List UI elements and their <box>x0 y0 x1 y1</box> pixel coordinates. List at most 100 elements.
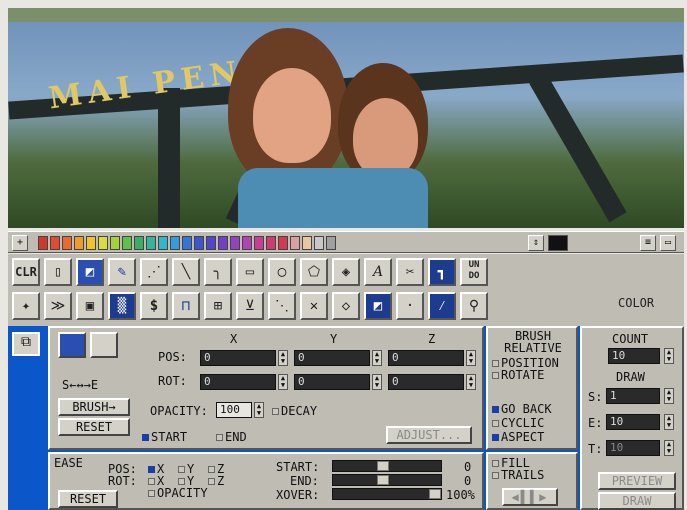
magnify-icon[interactable]: ⚲ <box>460 292 488 320</box>
draw-button[interactable]: DRAW <box>598 492 676 510</box>
rot-x-spinner[interactable]: ▲ ▼ <box>278 374 288 390</box>
ease-xover-slider[interactable] <box>332 488 442 500</box>
palette-swatch[interactable] <box>218 236 228 250</box>
pos-z-field[interactable]: 0 <box>388 350 464 366</box>
pos-z-spinner[interactable]: ▲ ▼ <box>466 350 476 366</box>
palette-swatch[interactable] <box>170 236 180 250</box>
panel-window-icon[interactable]: ⧉ <box>12 332 40 356</box>
mirror-icon[interactable]: ⊻ <box>236 292 264 320</box>
s-field[interactable]: 1 <box>606 388 660 404</box>
opacity-spinner[interactable]: ▲ ▼ <box>254 402 264 418</box>
stencil-icon[interactable]: ▣ <box>76 292 104 320</box>
palette-swatch[interactable] <box>86 236 96 250</box>
brush-button[interactable]: BRUSH→ <box>58 398 130 416</box>
ease-start-slider[interactable] <box>332 460 442 472</box>
trails-checkbox[interactable]: TRAILS <box>501 468 544 482</box>
decay-checkbox[interactable]: DECAY <box>281 404 317 418</box>
grid-icon[interactable]: ⊞ <box>204 292 232 320</box>
color-swatches[interactable] <box>38 236 336 250</box>
ellipse-icon[interactable]: ◯ <box>268 258 296 286</box>
fill-icon[interactable]: ◈ <box>332 258 360 286</box>
count-field[interactable]: 10 <box>608 348 660 364</box>
preview-button[interactable]: PREVIEW <box>598 472 676 490</box>
lock-icon[interactable]: ⊓ <box>172 292 200 320</box>
palette-swatch[interactable] <box>242 236 252 250</box>
palette-scroll-icon[interactable]: ⇕ <box>528 235 544 251</box>
palette-swatch[interactable] <box>278 236 288 250</box>
ease-opacity-checkbox[interactable]: OPACITY <box>157 486 208 500</box>
playback-controls[interactable]: ◀▌▌▶ <box>502 488 558 506</box>
current-color-swatch[interactable] <box>548 235 568 251</box>
adjust-button[interactable]: ADJUST... <box>386 426 472 444</box>
pos-y-field[interactable]: 0 <box>294 350 370 366</box>
palette-swatch[interactable] <box>302 236 312 250</box>
freehand-icon[interactable]: ✎ <box>108 258 136 286</box>
ease-reset-button[interactable]: RESET <box>58 490 118 508</box>
start-checkbox[interactable]: START <box>151 430 187 444</box>
palette-swatch[interactable] <box>326 236 336 250</box>
s-spinner[interactable]: ▲ ▼ <box>664 388 674 404</box>
airbrush-icon[interactable]: ⋰ <box>140 258 168 286</box>
count-spinner[interactable]: ▲ ▼ <box>664 348 674 364</box>
undo-button[interactable]: UN DO <box>460 258 488 286</box>
ease-rot-z-checkbox[interactable]: Z <box>217 474 224 488</box>
menu-icon[interactable]: ≡ <box>640 235 656 251</box>
cross-icon[interactable]: ✕ <box>300 292 328 320</box>
palette-swatch[interactable] <box>146 236 156 250</box>
canvas-image[interactable]: MAI PEN <box>8 8 684 228</box>
rectangle-icon[interactable]: ▭ <box>236 258 264 286</box>
line-icon[interactable]: ╲ <box>172 258 200 286</box>
palette-swatch[interactable] <box>158 236 168 250</box>
cyclic-checkbox[interactable]: CYCLIC <box>501 416 544 430</box>
rotate-checkbox[interactable]: ROTATE <box>501 368 544 382</box>
palette-swatch[interactable] <box>314 236 324 250</box>
grab-icon[interactable]: ┓ <box>428 258 456 286</box>
opacity-field[interactable]: 100 <box>216 402 252 418</box>
diamond-icon[interactable]: ◇ <box>332 292 360 320</box>
palette-swatch[interactable] <box>50 236 60 250</box>
rot-y-spinner[interactable]: ▲ ▼ <box>372 374 382 390</box>
save-as-icon[interactable] <box>90 332 118 358</box>
palette-swatch[interactable] <box>206 236 216 250</box>
eyedropper-icon[interactable]: ⁄ <box>428 292 456 320</box>
text-icon[interactable]: A <box>364 258 392 286</box>
new-page-icon[interactable]: ▯ <box>44 258 72 286</box>
airbrush-spray-icon[interactable]: ≫ <box>44 292 72 320</box>
palette-up-button[interactable]: + <box>12 235 28 251</box>
rot-x-field[interactable]: 0 <box>200 374 276 390</box>
palette-swatch[interactable] <box>134 236 144 250</box>
palette-swatch[interactable] <box>122 236 132 250</box>
camera-icon[interactable]: ✦ <box>12 292 40 320</box>
palette-swatch[interactable] <box>38 236 48 250</box>
pos-x-spinner[interactable]: ▲ ▼ <box>278 350 288 366</box>
polygon-icon[interactable]: ⬠ <box>300 258 328 286</box>
rot-y-field[interactable]: 0 <box>294 374 370 390</box>
palette-swatch[interactable] <box>110 236 120 250</box>
e-spinner[interactable]: ▲ ▼ <box>664 414 674 430</box>
palette-swatch[interactable] <box>290 236 300 250</box>
palette-swatch[interactable] <box>266 236 276 250</box>
start-end-keys[interactable]: S←↔→E <box>62 378 98 392</box>
rot-z-field[interactable]: 0 <box>388 374 464 390</box>
end-checkbox[interactable]: END <box>225 430 247 444</box>
palette-swatch[interactable] <box>230 236 240 250</box>
reset-button[interactable]: RESET <box>58 418 130 436</box>
palette-swatch[interactable] <box>182 236 192 250</box>
pos-y-spinner[interactable]: ▲ ▼ <box>372 350 382 366</box>
palette-swatch[interactable] <box>74 236 84 250</box>
scissors-icon[interactable]: ✂ <box>396 258 424 286</box>
fill-shape-icon[interactable]: ◩ <box>364 292 392 320</box>
window-icon[interactable]: ▭ <box>660 235 676 251</box>
palette-swatch[interactable] <box>98 236 108 250</box>
dotted-line-icon[interactable]: ⋱ <box>268 292 296 320</box>
gradient-icon[interactable]: ▒ <box>108 292 136 320</box>
brush-select-icon[interactable]: ◩ <box>76 258 104 286</box>
clear-button[interactable]: CLR <box>12 258 40 286</box>
dollar-icon[interactable]: $ <box>140 292 168 320</box>
curve-icon[interactable]: ╮ <box>204 258 232 286</box>
aspect-checkbox[interactable]: ASPECT <box>501 430 544 444</box>
palette-swatch[interactable] <box>194 236 204 250</box>
go-back-checkbox[interactable]: GO BACK <box>501 402 552 416</box>
palette-swatch[interactable] <box>254 236 264 250</box>
pos-x-field[interactable]: 0 <box>200 350 276 366</box>
